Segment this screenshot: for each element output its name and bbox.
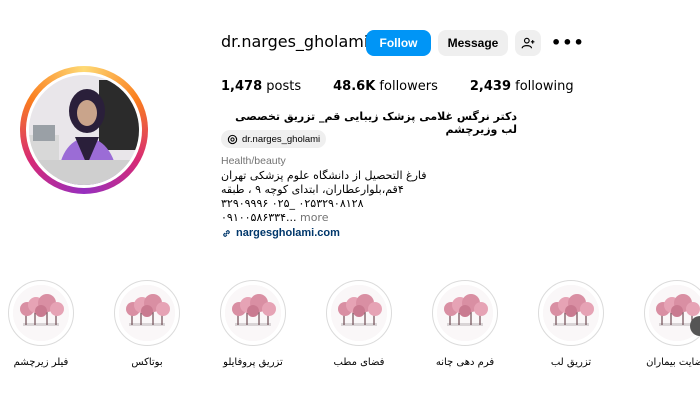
- bio-line-1: فارغ التحصیل از دانشگاه علوم پزشکی تهران: [221, 169, 427, 182]
- story-highlight-label: بوتاکس: [131, 357, 163, 368]
- story-highlight-label: تزریق لب: [550, 357, 592, 368]
- story-highlight[interactable]: [8, 280, 74, 346]
- story-highlight-label: رضایت بیماران: [646, 357, 700, 368]
- story-highlight-label: تزریق پروفایلو: [223, 357, 283, 368]
- website-link[interactable]: nargesgholami.com: [221, 227, 340, 239]
- bio-phone: ۰۹۱۰۰۵۸۶۳۳۴...: [221, 211, 297, 224]
- following-count: 2,439: [469, 79, 512, 94]
- threads-icon: [227, 134, 238, 144]
- story-highlight-label: فیلر زیرچشم: [13, 357, 69, 368]
- profile-username: dr.narges_gholami: [221, 32, 369, 51]
- story-highlight-label: فرم دهی چانه: [435, 357, 495, 368]
- threads-badge[interactable]: dr.narges_gholami: [221, 130, 327, 148]
- bio-more-link[interactable]: more: [296, 211, 329, 224]
- bio-line-2: ۴قم،بلوارعطاران، ابتدای کوچه ۹ ، طبقه: [221, 183, 404, 196]
- add-user-icon: [521, 37, 535, 49]
- link-icon: [223, 229, 230, 237]
- message-button[interactable]: Message: [438, 30, 508, 56]
- posts-label: posts: [266, 79, 302, 94]
- highlight-cover-image: [13, 285, 69, 341]
- posts-stat[interactable]: 1,478 posts: [221, 79, 301, 94]
- profile-stats: 1,478 posts 48.6K followers 2,439 follow…: [221, 79, 606, 94]
- avatar-photo: [29, 75, 139, 185]
- following-label: following: [515, 79, 574, 94]
- followers-count: 48.6K: [333, 79, 376, 94]
- bio-line-4: ۰۹۱۰۰۵۸۶۳۳۴... more: [221, 211, 328, 224]
- story-highlight[interactable]: [432, 280, 498, 346]
- more-options-icon[interactable]: •••: [551, 33, 585, 52]
- avatar[interactable]: [26, 72, 142, 188]
- follow-button[interactable]: Follow: [366, 30, 431, 56]
- followers-stat[interactable]: 48.6K followers: [333, 79, 438, 94]
- posts-count: 1,478: [221, 79, 263, 94]
- story-highlight[interactable]: [326, 280, 392, 346]
- story-highlight[interactable]: [538, 280, 604, 346]
- story-highlight[interactable]: [220, 280, 286, 346]
- website-url: nargesgholami.com: [236, 227, 340, 239]
- highlight-cover-image: [331, 285, 387, 341]
- story-highlight-label: فضای مطب: [333, 357, 385, 368]
- following-stat[interactable]: 2,439 following: [470, 79, 574, 94]
- threads-handle: dr.narges_gholami: [242, 133, 321, 145]
- followers-label: followers: [379, 79, 438, 94]
- story-highlight[interactable]: [644, 280, 700, 346]
- highlight-cover-image: [119, 285, 175, 341]
- highlight-cover-image: [437, 285, 493, 341]
- highlight-cover-image: [225, 285, 281, 341]
- profile-category: Health/beauty: [221, 155, 286, 167]
- bio-line-3: ۳۲۹۰۹۹۹۶ ۰۲۵_ ۰۲۵۳۲۹۰۸۱۲۸: [221, 197, 364, 210]
- suggest-accounts-button[interactable]: [515, 30, 541, 56]
- story-highlight[interactable]: [114, 280, 180, 346]
- highlight-cover-image: [543, 285, 599, 341]
